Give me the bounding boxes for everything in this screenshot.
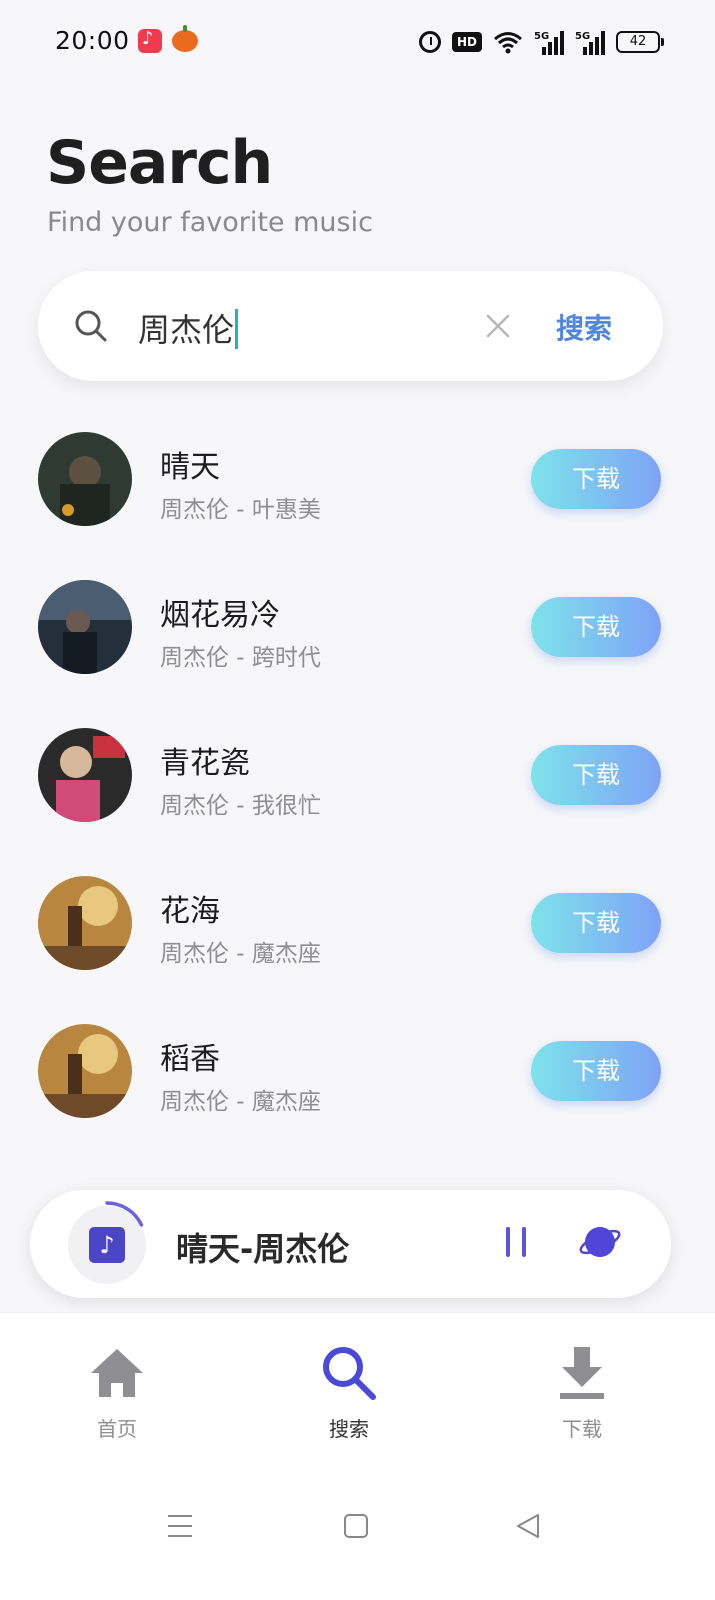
status-time: 20:00 bbox=[55, 26, 130, 55]
pause-icon[interactable] bbox=[504, 1227, 528, 1257]
album-cover bbox=[38, 432, 132, 526]
song-list: 晴天 周杰伦 - 叶惠美 下载 烟花易冷 周杰伦 - 跨时代 下载 青花瓷 周杰… bbox=[0, 420, 715, 1190]
nav-label: 下载 bbox=[562, 1417, 602, 1441]
album-cover bbox=[38, 876, 132, 970]
clear-icon[interactable] bbox=[485, 313, 511, 339]
nav-label: 搜索 bbox=[329, 1417, 369, 1441]
song-title: 晴天 bbox=[160, 450, 220, 485]
svg-text:5G: 5G bbox=[575, 31, 590, 42]
song-title: 青花瓷 bbox=[160, 746, 250, 781]
system-nav-bar bbox=[0, 1456, 715, 1600]
search-button[interactable]: 搜索 bbox=[556, 307, 612, 347]
song-item[interactable]: 稻香 周杰伦 - 魔杰座 下载 bbox=[0, 1012, 715, 1160]
song-item[interactable]: 烟花易冷 周杰伦 - 跨时代 下载 bbox=[0, 568, 715, 716]
now-playing-title: 晴天-周杰伦 bbox=[176, 1230, 350, 1268]
nav-item-home[interactable]: 首页 bbox=[57, 1343, 177, 1443]
song-item[interactable]: 花海 周杰伦 - 魔杰座 下载 bbox=[0, 864, 715, 1012]
menu-icon[interactable] bbox=[166, 1512, 194, 1540]
nav-label: 首页 bbox=[97, 1417, 137, 1441]
album-cover bbox=[38, 728, 132, 822]
download-button[interactable]: 下载 bbox=[531, 449, 661, 509]
mini-player[interactable]: ♪ 晴天-周杰伦 bbox=[30, 1190, 671, 1298]
song-artist-album: 周杰伦 - 跨时代 bbox=[160, 645, 321, 671]
download-button[interactable]: 下载 bbox=[531, 893, 661, 953]
search-icon bbox=[75, 310, 107, 342]
status-bar: 20:00 HD 5G 5G bbox=[0, 0, 715, 84]
song-item[interactable]: 青花瓷 周杰伦 - 我很忙 下载 bbox=[0, 716, 715, 864]
download-icon bbox=[560, 1347, 604, 1399]
nav-item-search[interactable]: 搜索 bbox=[289, 1343, 409, 1443]
song-artist-album: 周杰伦 - 魔杰座 bbox=[160, 1089, 321, 1115]
song-item[interactable]: 晴天 周杰伦 - 叶惠美 下载 bbox=[0, 420, 715, 568]
search-icon bbox=[323, 1347, 376, 1400]
text-caret bbox=[235, 309, 239, 349]
song-title: 烟花易冷 bbox=[160, 598, 280, 633]
song-title: 花海 bbox=[160, 894, 220, 929]
planet-icon[interactable] bbox=[578, 1222, 622, 1262]
download-button[interactable]: 下载 bbox=[531, 745, 661, 805]
song-artist-album: 周杰伦 - 叶惠美 bbox=[160, 497, 321, 523]
album-cover bbox=[38, 580, 132, 674]
pumpkin-app-icon bbox=[172, 25, 198, 52]
search-input-text: 周杰伦 bbox=[138, 311, 235, 349]
page-subtitle: Find your favorite music bbox=[47, 207, 373, 238]
home-square-icon[interactable] bbox=[342, 1512, 370, 1540]
home-icon bbox=[91, 1349, 143, 1397]
player-progress-ring bbox=[67, 1201, 147, 1281]
battery-icon: 42 bbox=[616, 31, 664, 53]
status-icons: HD 5G 5G 42 bbox=[419, 28, 664, 56]
download-button[interactable]: 下载 bbox=[531, 597, 661, 657]
song-artist-album: 周杰伦 - 魔杰座 bbox=[160, 941, 321, 967]
song-artist-album: 周杰伦 - 我很忙 bbox=[160, 793, 321, 819]
nav-item-download[interactable]: 下载 bbox=[522, 1343, 642, 1443]
search-input[interactable]: 周杰伦 bbox=[138, 305, 239, 351]
song-title: 稻香 bbox=[160, 1042, 220, 1077]
bottom-nav: 首页 搜索 下载 bbox=[0, 1312, 715, 1456]
svg-text:5G: 5G bbox=[534, 31, 549, 42]
screen: 20:00 HD 5G 5G bbox=[0, 0, 715, 1600]
back-triangle-icon[interactable] bbox=[514, 1512, 542, 1540]
wifi-icon bbox=[494, 32, 522, 54]
alarm-icon bbox=[419, 31, 441, 53]
search-bar[interactable]: 周杰伦 搜索 bbox=[38, 271, 663, 381]
music-app-icon bbox=[138, 28, 162, 53]
hd-voice-icon: HD bbox=[452, 32, 482, 52]
5g-signal-icon: 5G bbox=[575, 31, 605, 55]
page-title: Search bbox=[46, 128, 273, 198]
download-button[interactable]: 下载 bbox=[531, 1041, 661, 1101]
5g-signal-icon: 5G bbox=[534, 31, 564, 55]
album-cover bbox=[38, 1024, 132, 1118]
